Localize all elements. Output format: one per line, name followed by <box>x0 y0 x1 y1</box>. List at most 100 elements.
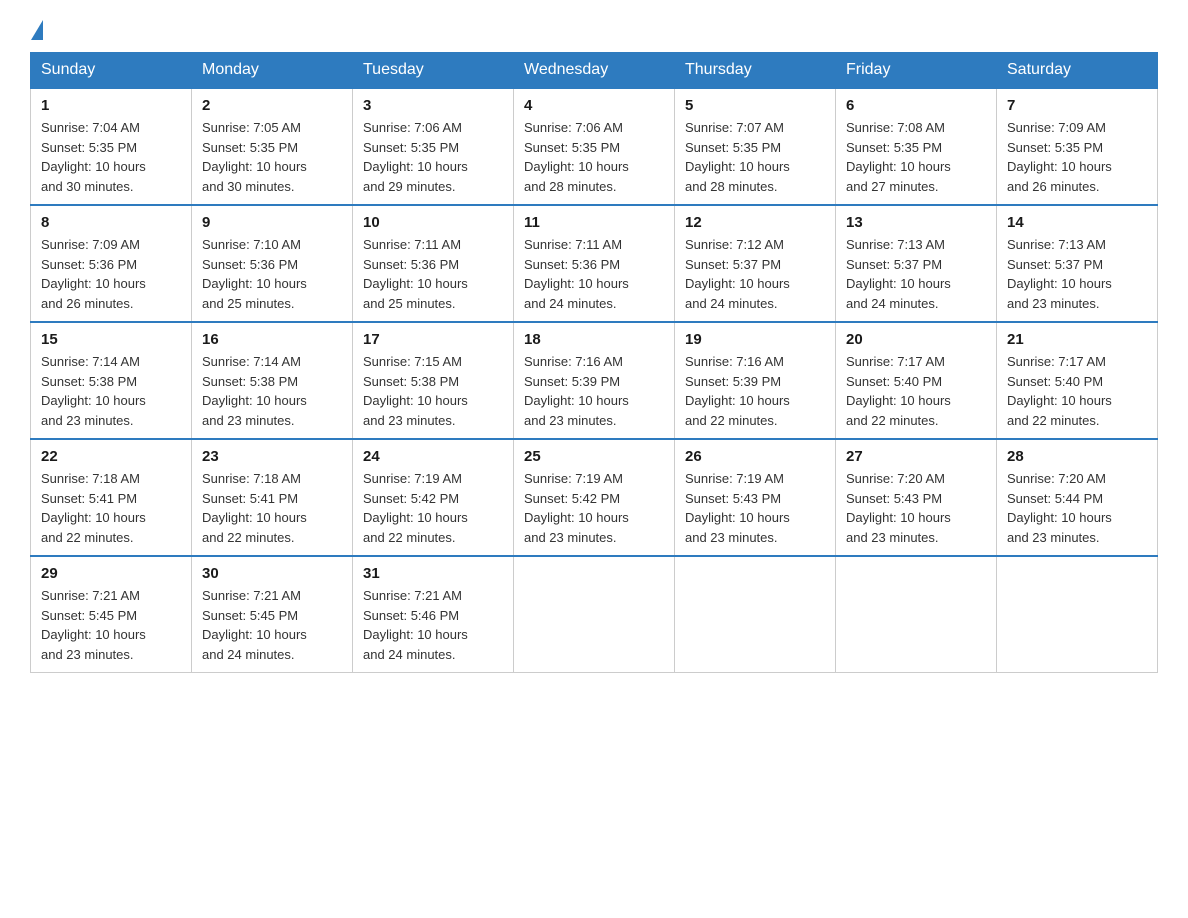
calendar-cell: 10 Sunrise: 7:11 AMSunset: 5:36 PMDayligh… <box>353 205 514 322</box>
calendar-cell: 16 Sunrise: 7:14 AMSunset: 5:38 PMDayligh… <box>192 322 353 439</box>
calendar-cell: 6 Sunrise: 7:08 AMSunset: 5:35 PMDaylight… <box>836 88 997 205</box>
calendar-cell: 8 Sunrise: 7:09 AMSunset: 5:36 PMDaylight… <box>31 205 192 322</box>
day-number: 3 <box>363 97 503 114</box>
day-number: 10 <box>363 214 503 231</box>
calendar-cell: 14 Sunrise: 7:13 AMSunset: 5:37 PMDayligh… <box>997 205 1158 322</box>
calendar-cell: 21Sunrise: 7:17 AMSunset: 5:40 PMDayligh… <box>997 322 1158 439</box>
day-info: Sunrise: 7:11 AMSunset: 5:36 PMDaylight:… <box>524 235 664 313</box>
calendar-cell: 22 Sunrise: 7:18 AMSunset: 5:41 PMDayligh… <box>31 439 192 556</box>
day-number: 25 <box>524 448 664 465</box>
logo <box>30 20 44 42</box>
calendar-cell: 28 Sunrise: 7:20 AMSunset: 5:44 PMDayligh… <box>997 439 1158 556</box>
logo-arrow-icon <box>31 20 43 40</box>
day-info: Sunrise: 7:16 AMSunset: 5:39 PMDaylight:… <box>524 352 664 430</box>
day-info: Sunrise: 7:11 AMSunset: 5:36 PMDaylight:… <box>363 235 503 313</box>
day-number: 28 <box>1007 448 1147 465</box>
calendar-cell <box>675 556 836 673</box>
week-row-3: 15 Sunrise: 7:14 AMSunset: 5:38 PMDayligh… <box>31 322 1158 439</box>
calendar-cell: 23 Sunrise: 7:18 AMSunset: 5:41 PMDayligh… <box>192 439 353 556</box>
day-number: 17 <box>363 331 503 348</box>
day-number: 15 <box>41 331 181 348</box>
calendar-cell: 1 Sunrise: 7:04 AMSunset: 5:35 PMDaylight… <box>31 88 192 205</box>
day-info: Sunrise: 7:21 AMSunset: 5:45 PMDaylight:… <box>41 586 181 664</box>
day-number: 4 <box>524 97 664 114</box>
weekday-header-wednesday: Wednesday <box>514 53 675 89</box>
day-info: Sunrise: 7:13 AMSunset: 5:37 PMDaylight:… <box>1007 235 1147 313</box>
day-number: 11 <box>524 214 664 231</box>
day-info: Sunrise: 7:14 AMSunset: 5:38 PMDaylight:… <box>41 352 181 430</box>
day-info: Sunrise: 7:09 AMSunset: 5:36 PMDaylight:… <box>41 235 181 313</box>
day-number: 12 <box>685 214 825 231</box>
calendar-cell: 30Sunrise: 7:21 AMSunset: 5:45 PMDayligh… <box>192 556 353 673</box>
day-info: Sunrise: 7:10 AMSunset: 5:36 PMDaylight:… <box>202 235 342 313</box>
day-info: Sunrise: 7:19 AMSunset: 5:43 PMDaylight:… <box>685 469 825 547</box>
day-number: 6 <box>846 97 986 114</box>
day-info: Sunrise: 7:06 AMSunset: 5:35 PMDaylight:… <box>363 118 503 196</box>
weekday-header-tuesday: Tuesday <box>353 53 514 89</box>
day-number: 2 <box>202 97 342 114</box>
day-number: 9 <box>202 214 342 231</box>
calendar-cell: 17 Sunrise: 7:15 AMSunset: 5:38 PMDayligh… <box>353 322 514 439</box>
day-info: Sunrise: 7:21 AMSunset: 5:45 PMDaylight:… <box>202 586 342 664</box>
day-number: 31 <box>363 565 503 582</box>
day-info: Sunrise: 7:19 AMSunset: 5:42 PMDaylight:… <box>363 469 503 547</box>
calendar-cell: 9 Sunrise: 7:10 AMSunset: 5:36 PMDaylight… <box>192 205 353 322</box>
day-number: 7 <box>1007 97 1147 114</box>
day-number: 16 <box>202 331 342 348</box>
week-row-1: 1 Sunrise: 7:04 AMSunset: 5:35 PMDaylight… <box>31 88 1158 205</box>
day-info: Sunrise: 7:06 AMSunset: 5:35 PMDaylight:… <box>524 118 664 196</box>
calendar-cell: 11 Sunrise: 7:11 AMSunset: 5:36 PMDayligh… <box>514 205 675 322</box>
calendar-cell: 27Sunrise: 7:20 AMSunset: 5:43 PMDayligh… <box>836 439 997 556</box>
day-number: 14 <box>1007 214 1147 231</box>
calendar-cell: 18 Sunrise: 7:16 AMSunset: 5:39 PMDayligh… <box>514 322 675 439</box>
day-info: Sunrise: 7:05 AMSunset: 5:35 PMDaylight:… <box>202 118 342 196</box>
weekday-header-saturday: Saturday <box>997 53 1158 89</box>
calendar-cell: 15 Sunrise: 7:14 AMSunset: 5:38 PMDayligh… <box>31 322 192 439</box>
day-number: 20 <box>846 331 986 348</box>
day-info: Sunrise: 7:17 AMSunset: 5:40 PMDaylight:… <box>846 352 986 430</box>
day-number: 21 <box>1007 331 1147 348</box>
calendar-cell <box>514 556 675 673</box>
day-info: Sunrise: 7:15 AMSunset: 5:38 PMDaylight:… <box>363 352 503 430</box>
calendar-cell: 26 Sunrise: 7:19 AMSunset: 5:43 PMDayligh… <box>675 439 836 556</box>
day-number: 23 <box>202 448 342 465</box>
weekday-header-monday: Monday <box>192 53 353 89</box>
weekday-header-friday: Friday <box>836 53 997 89</box>
day-info: Sunrise: 7:12 AMSunset: 5:37 PMDaylight:… <box>685 235 825 313</box>
day-info: Sunrise: 7:04 AMSunset: 5:35 PMDaylight:… <box>41 118 181 196</box>
calendar-cell: 20 Sunrise: 7:17 AMSunset: 5:40 PMDayligh… <box>836 322 997 439</box>
calendar-cell: 31Sunrise: 7:21 AMSunset: 5:46 PMDayligh… <box>353 556 514 673</box>
calendar-cell: 25 Sunrise: 7:19 AMSunset: 5:42 PMDayligh… <box>514 439 675 556</box>
day-info: Sunrise: 7:09 AMSunset: 5:35 PMDaylight:… <box>1007 118 1147 196</box>
day-info: Sunrise: 7:13 AMSunset: 5:37 PMDaylight:… <box>846 235 986 313</box>
page-header <box>30 20 1158 42</box>
day-info: Sunrise: 7:20 AMSunset: 5:43 PMDaylight:… <box>846 469 986 547</box>
calendar-cell: 3 Sunrise: 7:06 AMSunset: 5:35 PMDaylight… <box>353 88 514 205</box>
weekday-header-row: SundayMondayTuesdayWednesdayThursdayFrid… <box>31 53 1158 89</box>
day-number: 22 <box>41 448 181 465</box>
day-info: Sunrise: 7:20 AMSunset: 5:44 PMDaylight:… <box>1007 469 1147 547</box>
weekday-header-sunday: Sunday <box>31 53 192 89</box>
day-info: Sunrise: 7:14 AMSunset: 5:38 PMDaylight:… <box>202 352 342 430</box>
calendar-cell: 5Sunrise: 7:07 AMSunset: 5:35 PMDaylight… <box>675 88 836 205</box>
calendar-cell: 13 Sunrise: 7:13 AMSunset: 5:37 PMDayligh… <box>836 205 997 322</box>
day-number: 13 <box>846 214 986 231</box>
day-number: 26 <box>685 448 825 465</box>
calendar-cell: 29 Sunrise: 7:21 AMSunset: 5:45 PMDayligh… <box>31 556 192 673</box>
calendar-cell: 4 Sunrise: 7:06 AMSunset: 5:35 PMDaylight… <box>514 88 675 205</box>
day-number: 8 <box>41 214 181 231</box>
calendar-table: SundayMondayTuesdayWednesdayThursdayFrid… <box>30 52 1158 673</box>
day-number: 29 <box>41 565 181 582</box>
calendar-cell: 24Sunrise: 7:19 AMSunset: 5:42 PMDayligh… <box>353 439 514 556</box>
day-info: Sunrise: 7:08 AMSunset: 5:35 PMDaylight:… <box>846 118 986 196</box>
day-info: Sunrise: 7:07 AMSunset: 5:35 PMDaylight:… <box>685 118 825 196</box>
day-info: Sunrise: 7:18 AMSunset: 5:41 PMDaylight:… <box>202 469 342 547</box>
day-number: 1 <box>41 97 181 114</box>
calendar-cell <box>836 556 997 673</box>
day-info: Sunrise: 7:19 AMSunset: 5:42 PMDaylight:… <box>524 469 664 547</box>
day-number: 18 <box>524 331 664 348</box>
week-row-4: 22 Sunrise: 7:18 AMSunset: 5:41 PMDayligh… <box>31 439 1158 556</box>
day-number: 19 <box>685 331 825 348</box>
calendar-cell: 7 Sunrise: 7:09 AMSunset: 5:35 PMDaylight… <box>997 88 1158 205</box>
day-info: Sunrise: 7:18 AMSunset: 5:41 PMDaylight:… <box>41 469 181 547</box>
